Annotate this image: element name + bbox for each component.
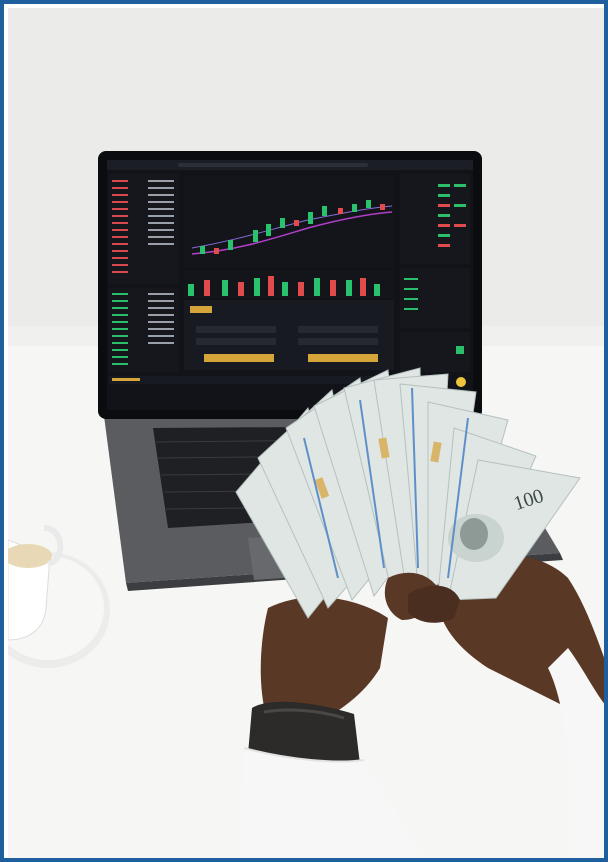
candlestick-chart — [184, 176, 394, 298]
right-market-panel — [400, 174, 470, 387]
stock-photo: 100 — [8, 8, 604, 858]
order-form — [184, 300, 394, 370]
photo-frame: 100 — [0, 0, 608, 862]
order-book-left — [109, 174, 179, 372]
